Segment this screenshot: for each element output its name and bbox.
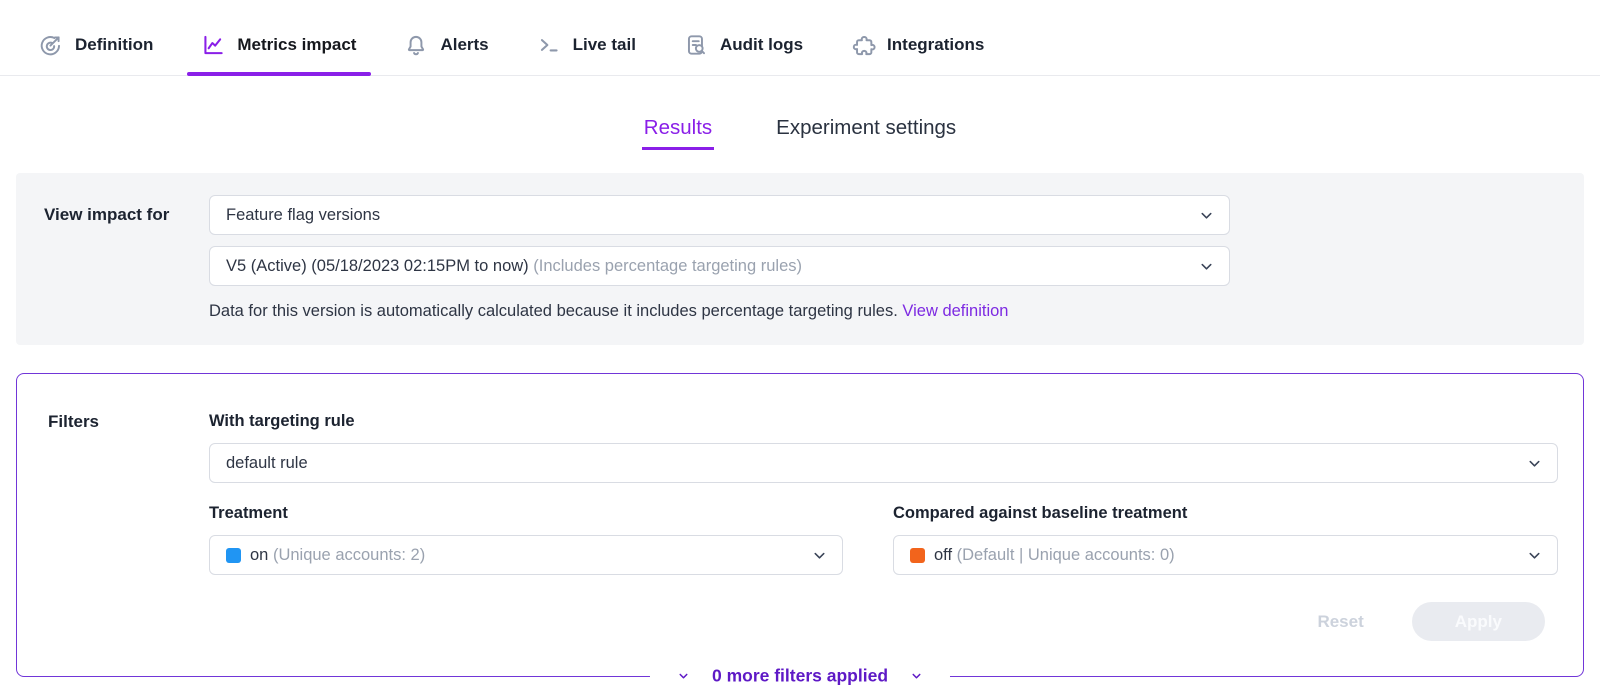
chevron-down-icon [811, 547, 828, 564]
chevron-down-icon [677, 670, 690, 683]
apply-button[interactable]: Apply [1412, 602, 1545, 641]
treatment-hint: (Unique accounts: 2) [273, 546, 425, 564]
top-tab-bar: Definition Metrics impact Alerts Live ta… [0, 0, 1600, 76]
filters-label: Filters [48, 412, 209, 676]
treatment-value: on [250, 546, 268, 564]
version-helper-text: Data for this version is automatically c… [209, 302, 1230, 321]
treatment-color-swatch [226, 548, 241, 563]
chevron-down-icon [1526, 547, 1543, 564]
treatment-dropdown[interactable]: on (Unique accounts: 2) [209, 535, 843, 575]
impact-source-dropdown[interactable]: Feature flag versions [209, 195, 1230, 235]
tab-label: Live tail [573, 35, 636, 55]
baseline-color-swatch [910, 548, 925, 563]
chevron-down-icon [1526, 455, 1543, 472]
subtab-experiment-settings[interactable]: Experiment settings [774, 116, 958, 150]
tab-label: Audit logs [720, 35, 803, 55]
tab-label: Metrics impact [237, 35, 356, 55]
flag-version-dropdown[interactable]: V5 (Active) (05/18/2023 02:15PM to now) … [209, 246, 1230, 286]
baseline-treatment-dropdown[interactable]: off (Default | Unique accounts: 0) [893, 535, 1558, 575]
view-definition-link[interactable]: View definition [902, 302, 1008, 320]
filters-content: With targeting rule default rule Treatme… [209, 412, 1558, 676]
view-impact-label: View impact for [44, 195, 209, 321]
results-subtab-bar: Results Experiment settings [0, 116, 1600, 150]
view-impact-panel: View impact for Feature flag versions V5… [16, 173, 1584, 345]
targeting-rule-label: With targeting rule [209, 412, 1558, 431]
metrics-impact-icon [200, 32, 226, 58]
tab-alerts[interactable]: Alerts [403, 14, 488, 75]
treatment-label: Treatment [209, 504, 843, 523]
live-tail-icon [536, 32, 562, 58]
chevron-down-icon [1198, 207, 1215, 224]
view-impact-controls: Feature flag versions V5 (Active) (05/18… [209, 195, 1230, 321]
alerts-icon [403, 32, 429, 58]
flag-version-value: V5 (Active) (05/18/2023 02:15PM to now) [226, 257, 529, 275]
definition-icon [38, 32, 64, 58]
flag-version-hint: (Includes percentage targeting rules) [533, 257, 802, 275]
subtab-results[interactable]: Results [642, 116, 714, 150]
tab-label: Alerts [440, 35, 488, 55]
chevron-down-icon [1198, 258, 1215, 275]
tab-label: Integrations [887, 35, 984, 55]
baseline-value: off [934, 546, 952, 564]
tab-definition[interactable]: Definition [38, 14, 153, 75]
filters-panel: Filters With targeting rule default rule… [16, 373, 1584, 677]
chevron-down-icon [910, 670, 923, 683]
reset-button[interactable]: Reset [1317, 612, 1363, 632]
tab-label: Definition [75, 35, 153, 55]
tab-integrations[interactable]: Integrations [850, 14, 984, 75]
targeting-rule-dropdown[interactable]: default rule [209, 443, 1558, 483]
audit-logs-icon [683, 32, 709, 58]
tab-live-tail[interactable]: Live tail [536, 14, 636, 75]
impact-source-value: Feature flag versions [226, 206, 1186, 225]
integrations-icon [850, 32, 876, 58]
baseline-treatment-label: Compared against baseline treatment [893, 504, 1558, 523]
tab-metrics-impact[interactable]: Metrics impact [200, 14, 356, 75]
targeting-rule-value: default rule [226, 454, 1514, 473]
tab-audit-logs[interactable]: Audit logs [683, 14, 803, 75]
more-filters-label: 0 more filters applied [712, 666, 888, 687]
baseline-hint: (Default | Unique accounts: 0) [957, 546, 1175, 564]
more-filters-toggle[interactable]: 0 more filters applied [650, 664, 950, 689]
